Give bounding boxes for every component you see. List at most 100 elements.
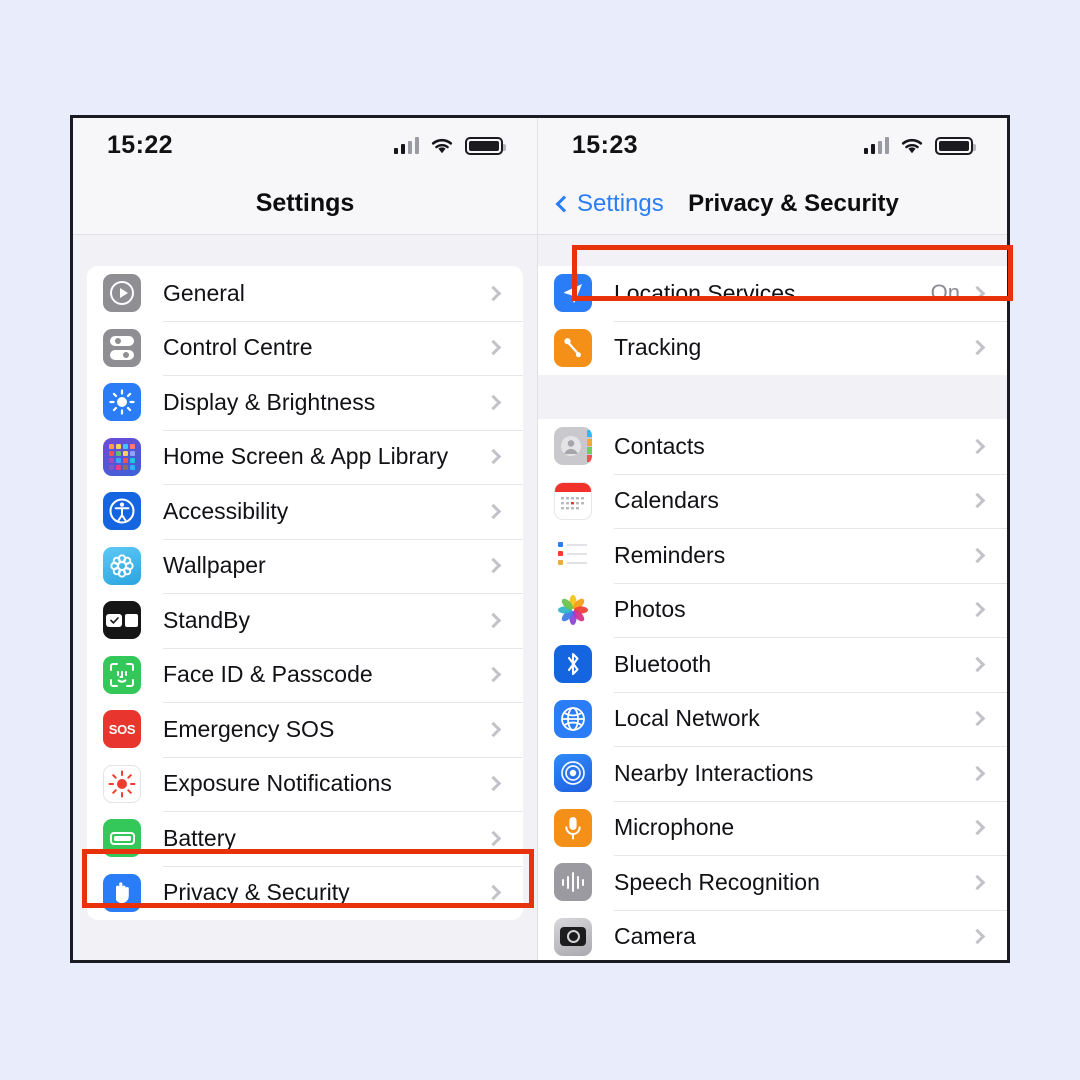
back-button[interactable]: Settings	[554, 190, 664, 218]
photos-icon	[554, 590, 592, 629]
list-top-gap	[538, 235, 1007, 266]
chevron-right-icon	[485, 285, 502, 302]
list-item-local-network[interactable]: Local Network	[538, 691, 1007, 747]
row-label: Bluetooth	[614, 650, 712, 677]
sidebar-item-privacy-security[interactable]: Privacy & Security	[87, 865, 523, 921]
sidebar-item-general[interactable]: General	[87, 266, 523, 321]
chevron-right-icon	[969, 874, 986, 891]
sos-label: SOS	[108, 721, 136, 737]
chevron-right-icon	[485, 557, 502, 574]
sidebar-item-face-id[interactable]: Face ID & Passcode	[87, 647, 523, 703]
standby-icon	[103, 601, 141, 640]
exposure-notifications-icon	[103, 764, 141, 803]
control-centre-icon	[103, 328, 141, 367]
list-item-tracking[interactable]: Tracking	[538, 320, 1007, 376]
battery-full-icon	[465, 136, 506, 155]
row-label: Local Network	[614, 705, 760, 732]
row-label: Nearby Interactions	[614, 759, 814, 786]
row-label: Microphone	[614, 814, 735, 841]
chevron-right-icon	[969, 765, 986, 782]
home-screen-icon	[103, 437, 141, 476]
chevron-left-icon	[555, 195, 573, 212]
row-label: Display & Brightness	[163, 388, 376, 415]
calendars-icon	[554, 481, 592, 520]
chevron-right-icon	[969, 492, 986, 509]
settings-list-scroll[interactable]: General Control Centre Display & Brightn…	[73, 235, 537, 960]
chevron-right-icon	[969, 438, 986, 455]
chevron-right-icon	[969, 547, 986, 564]
row-label: General	[163, 279, 245, 306]
status-icons-left	[393, 136, 506, 155]
speech-recognition-icon	[554, 863, 592, 902]
list-item-microphone[interactable]: Microphone	[538, 800, 1007, 856]
sidebar-item-wallpaper[interactable]: Wallpaper	[87, 538, 523, 594]
chevron-right-icon	[485, 503, 502, 520]
settings-screen: 15:22 Settings General Control Centre Di…	[73, 118, 538, 960]
contacts-icon	[554, 427, 592, 466]
camera-icon	[554, 917, 592, 956]
chevron-right-icon	[969, 285, 986, 302]
list-item-speech-recognition[interactable]: Speech Recognition	[538, 855, 1007, 910]
row-label: Calendars	[614, 487, 719, 514]
sidebar-item-home-screen[interactable]: Home Screen & App Library	[87, 429, 523, 485]
chevron-right-icon	[969, 819, 986, 836]
row-label: Tracking	[614, 334, 702, 361]
sidebar-item-display-brightness[interactable]: Display & Brightness	[87, 375, 523, 430]
row-label: Reminders	[614, 541, 726, 568]
list-item-contacts[interactable]: Contacts	[538, 419, 1007, 474]
screenshot-root: 15:22 Settings General Control Centre Di…	[0, 0, 1080, 1080]
chevron-right-icon	[969, 710, 986, 727]
chevron-right-icon	[485, 448, 502, 465]
chevron-right-icon	[485, 394, 502, 411]
status-time-left: 15:22	[107, 131, 173, 159]
row-label: Home Screen & App Library	[163, 443, 449, 470]
nearby-interactions-icon	[554, 754, 592, 793]
chevron-right-icon	[485, 775, 502, 792]
privacy-group-apps: Contacts Calendars Reminders Photos Blue…	[538, 419, 1007, 960]
sidebar-item-standby[interactable]: StandBy	[87, 593, 523, 648]
row-label: Speech Recognition	[614, 868, 820, 895]
row-label: Battery	[163, 824, 236, 851]
device-frame: 15:22 Settings General Control Centre Di…	[70, 115, 1010, 963]
list-item-bluetooth[interactable]: Bluetooth	[538, 637, 1007, 692]
row-label: Face ID & Passcode	[163, 661, 373, 688]
local-network-icon	[554, 699, 592, 738]
chevron-right-icon	[969, 928, 986, 945]
list-item-location-services[interactable]: Location Services On	[538, 266, 1007, 321]
sidebar-item-exposure-notifications[interactable]: Exposure Notifications	[87, 756, 523, 812]
chevron-right-icon	[969, 339, 986, 356]
bluetooth-icon	[554, 645, 592, 684]
sidebar-item-control-centre[interactable]: Control Centre	[87, 320, 523, 376]
wallpaper-icon	[103, 546, 141, 585]
row-label: StandBy	[163, 606, 250, 633]
row-label: Accessibility	[163, 497, 289, 524]
sidebar-item-accessibility[interactable]: Accessibility	[87, 484, 523, 539]
list-item-calendars[interactable]: Calendars	[538, 473, 1007, 529]
status-time-right: 15:23	[572, 131, 638, 159]
list-item-photos[interactable]: Photos	[538, 582, 1007, 638]
chevron-right-icon	[969, 656, 986, 673]
battery-full-icon	[935, 136, 976, 155]
list-item-nearby-interactions[interactable]: Nearby Interactions	[538, 746, 1007, 801]
reminders-icon	[554, 536, 592, 575]
list-item-reminders[interactable]: Reminders	[538, 528, 1007, 583]
row-label: Wallpaper	[163, 552, 266, 579]
status-bar-right: 15:23	[538, 118, 1007, 173]
privacy-hand-icon	[103, 873, 141, 912]
microphone-icon	[554, 808, 592, 847]
list-item-camera[interactable]: Camera	[538, 909, 1007, 961]
privacy-list-scroll[interactable]: Location Services On Tracking Contacts C…	[538, 235, 1007, 960]
sidebar-item-battery[interactable]: Battery	[87, 811, 523, 866]
nav-bar-right: Settings Privacy & Security	[538, 173, 1007, 235]
chevron-right-icon	[485, 884, 502, 901]
sidebar-item-emergency-sos[interactable]: SOS Emergency SOS	[87, 702, 523, 757]
tracking-icon	[554, 328, 592, 367]
row-label: Privacy & Security	[163, 879, 350, 906]
wifi-icon	[430, 137, 454, 155]
row-label: Camera	[614, 923, 696, 950]
accessibility-icon	[103, 492, 141, 531]
row-label: Contacts	[614, 432, 705, 459]
privacy-security-screen: 15:23 Settings Privacy & Security Locati…	[538, 118, 1007, 960]
chevron-right-icon	[485, 721, 502, 738]
list-top-gap	[73, 235, 537, 266]
